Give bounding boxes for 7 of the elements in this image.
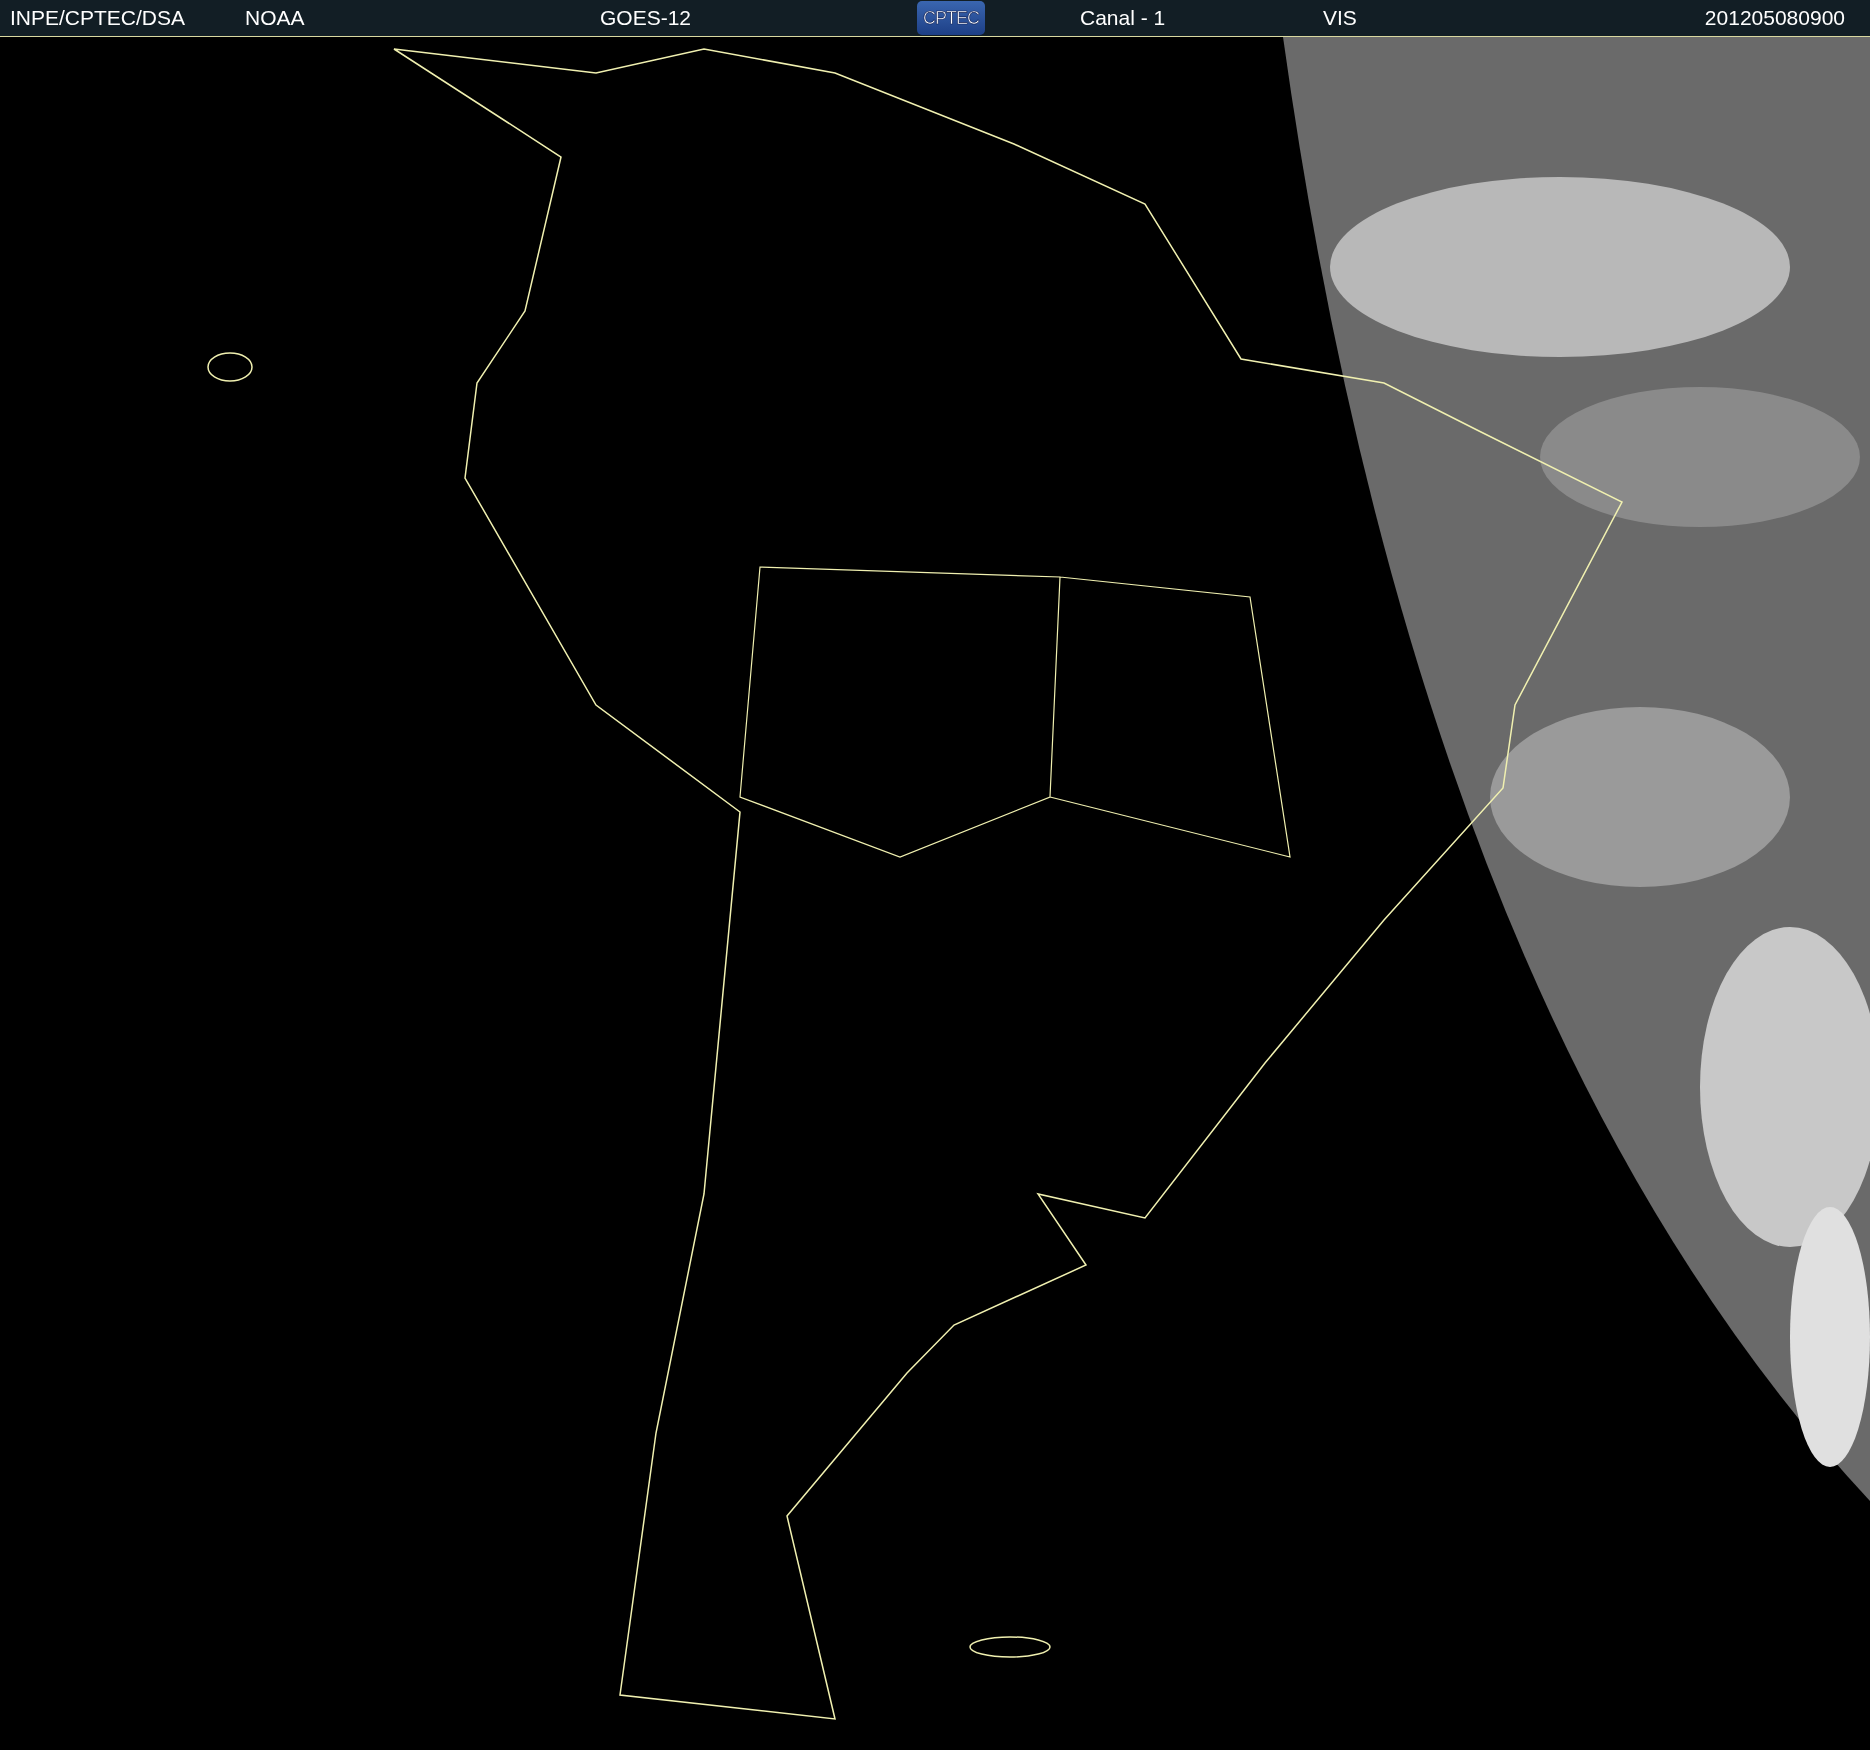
source-label: INPE/CPTEC/DSA bbox=[10, 6, 187, 30]
logo: CPTEC bbox=[917, 1, 985, 35]
channel-label: Canal - 1 bbox=[1080, 6, 1167, 30]
satellite-label: GOES-12 bbox=[600, 6, 693, 30]
timestamp-label: 201205080900 bbox=[1704, 6, 1845, 30]
band-label: VIS bbox=[1323, 6, 1358, 30]
agency-label: NOAA bbox=[245, 6, 306, 30]
